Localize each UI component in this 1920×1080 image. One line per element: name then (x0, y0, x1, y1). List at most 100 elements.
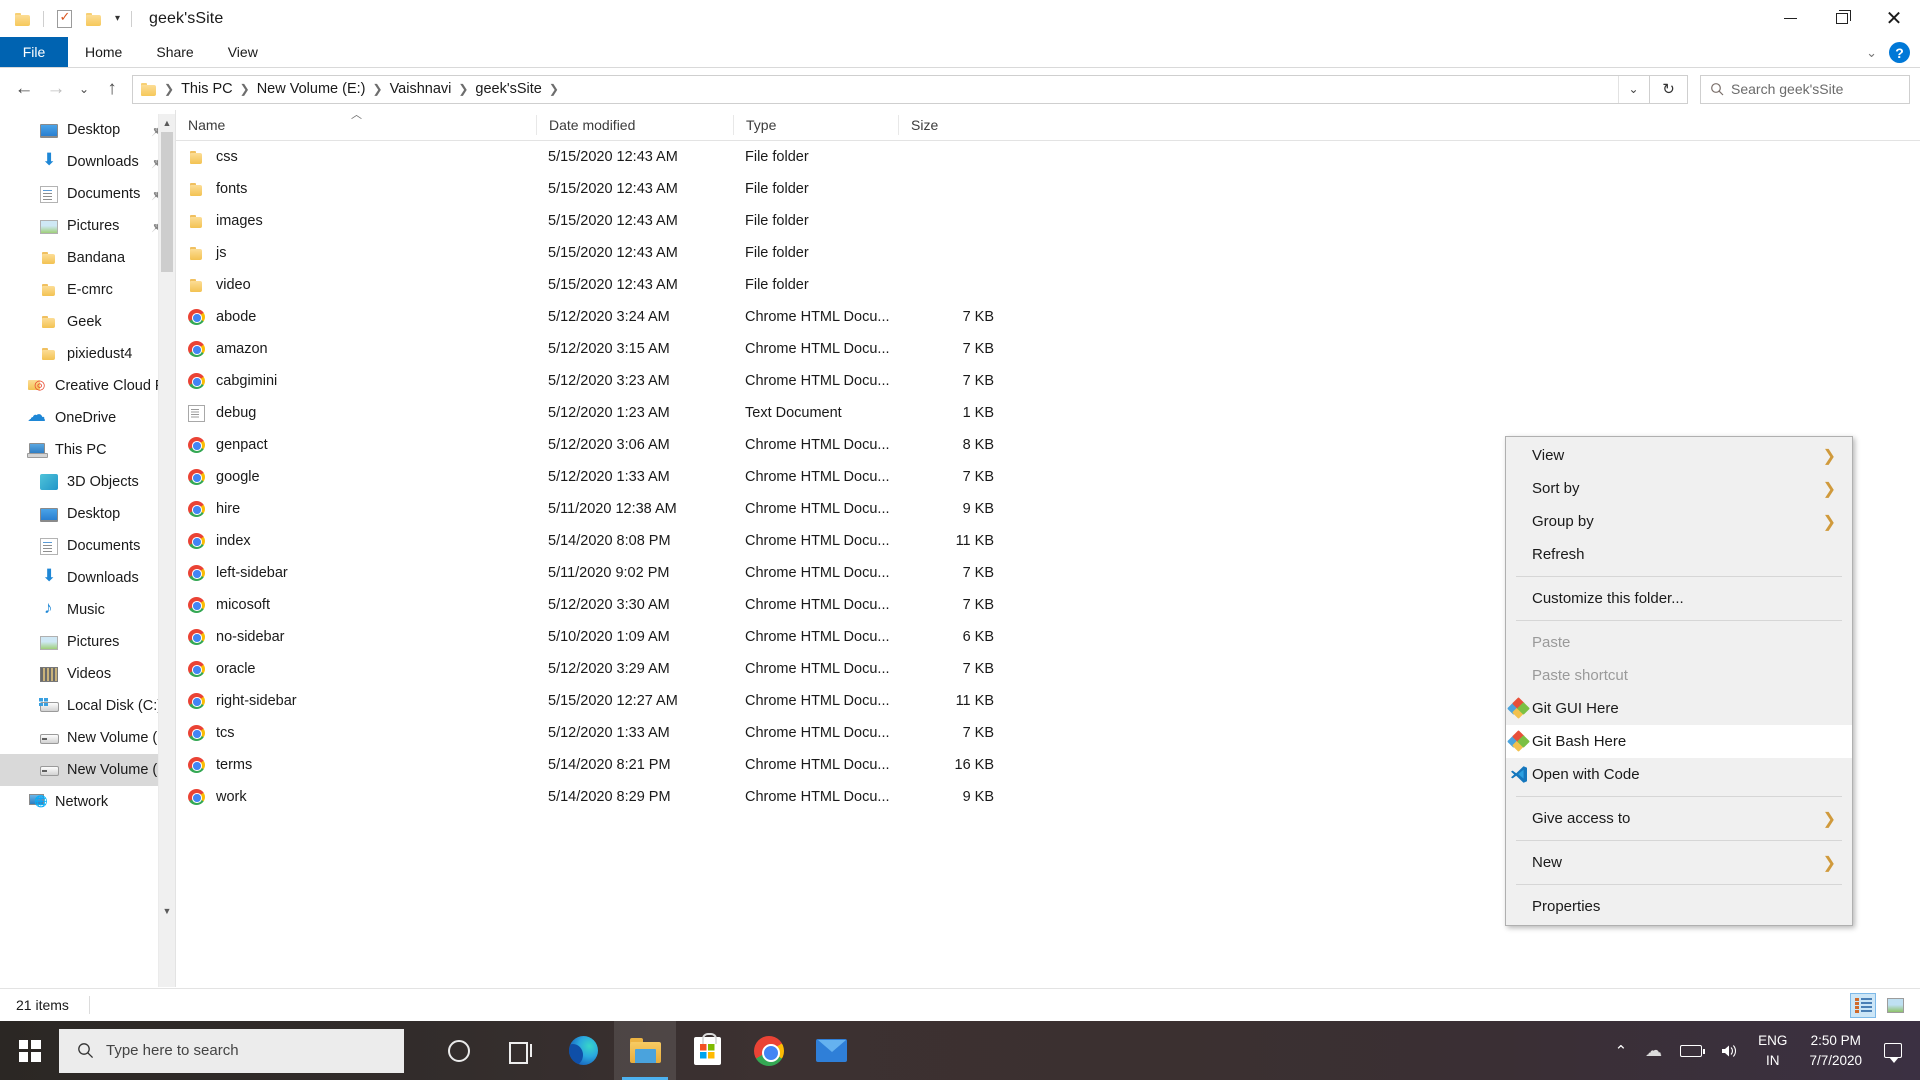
table-row[interactable]: css5/15/2020 12:43 AMFile folder (176, 141, 1920, 173)
menu-item-group-by[interactable]: Group by❯ (1506, 505, 1852, 538)
file-size: 7 KB (898, 597, 1008, 613)
language-indicator[interactable]: ENG IN (1748, 1031, 1797, 1070)
menu-item-label: Sort by (1532, 480, 1580, 497)
back-button[interactable]: ← (8, 73, 40, 105)
recent-locations-chevron-icon[interactable]: ⌄ (72, 73, 96, 105)
large-icons-view-button[interactable] (1882, 993, 1908, 1018)
properties-icon[interactable] (49, 5, 79, 33)
details-view-button[interactable] (1850, 993, 1876, 1018)
sidebar-item-local-disk-c[interactable]: Local Disk (C:) (0, 690, 175, 722)
cortana-button[interactable] (428, 1021, 490, 1080)
search-input[interactable]: Search geek'sSite (1731, 81, 1843, 97)
forward-button[interactable]: → (40, 73, 72, 105)
sidebar-item-this-pc[interactable]: This PC (0, 434, 175, 466)
menu-item-give-access-to[interactable]: Give access to❯ (1506, 802, 1852, 835)
sidebar-item-3d-objects[interactable]: 3D Objects (0, 466, 175, 498)
minimize-button[interactable] (1764, 0, 1816, 37)
search-box[interactable]: Search geek'sSite (1700, 75, 1910, 104)
column-header-size[interactable]: Size (898, 115, 1008, 135)
sidebar-item-pixiedust4[interactable]: pixiedust4 (0, 338, 175, 370)
menu-item-customize-this-folder[interactable]: Customize this folder... (1506, 582, 1852, 615)
file-name: no-sidebar (216, 629, 285, 645)
file-name: debug (216, 405, 256, 421)
breadcrumb-item-geekssite[interactable]: geek'sSite (470, 81, 546, 97)
menu-item-open-with-code[interactable]: Open with Code (1506, 758, 1852, 791)
onedrive-tray-button[interactable]: ☁ (1636, 1041, 1671, 1061)
sidebar-item-documents[interactable]: Documents📌 (0, 178, 175, 210)
file-explorer-button[interactable] (614, 1021, 676, 1080)
tab-home[interactable]: Home (68, 37, 139, 67)
sidebar-item-creative-cloud-file[interactable]: Creative Cloud File (0, 370, 175, 402)
sidebar-item-onedrive[interactable]: OneDrive (0, 402, 175, 434)
new-folder-icon[interactable] (79, 5, 109, 33)
maximize-button[interactable] (1816, 0, 1868, 37)
menu-item-properties[interactable]: Properties (1506, 890, 1852, 923)
scroll-down-arrow-icon[interactable]: ▼ (159, 902, 175, 919)
sidebar-item-pictures[interactable]: Pictures📌 (0, 210, 175, 242)
breadcrumb-item-vaishnavi[interactable]: Vaishnavi (385, 81, 457, 97)
chrome-icon (754, 1036, 784, 1066)
sidebar-item-network[interactable]: Network (0, 786, 175, 818)
edge-button[interactable] (552, 1021, 614, 1080)
volume-button[interactable] (1711, 1043, 1748, 1059)
navigation-scrollbar[interactable]: ▲ ▼ (158, 114, 175, 987)
menu-item-sort-by[interactable]: Sort by❯ (1506, 472, 1852, 505)
scroll-up-arrow-icon[interactable]: ▲ (159, 114, 175, 131)
column-header-name[interactable]: Name ︿ (176, 115, 536, 135)
tab-share[interactable]: Share (139, 37, 210, 67)
sidebar-item-new-volume-d[interactable]: New Volume (D:) (0, 722, 175, 754)
sidebar-item-desktop[interactable]: Desktop📌 (0, 114, 175, 146)
menu-item-new[interactable]: New❯ (1506, 846, 1852, 879)
menu-item-git-gui-here[interactable]: Git GUI Here (1506, 692, 1852, 725)
table-row[interactable]: js5/15/2020 12:43 AMFile folder (176, 237, 1920, 269)
action-center-icon[interactable] (1884, 1043, 1902, 1058)
sidebar-item-bandana[interactable]: Bandana (0, 242, 175, 274)
scrollbar-thumb[interactable] (161, 132, 173, 272)
breadcrumb-item-new-volume-e[interactable]: New Volume (E:) (252, 81, 371, 97)
sidebar-item-videos[interactable]: Videos (0, 658, 175, 690)
breadcrumb[interactable]: ❯ This PC ❯ New Volume (E:) ❯ Vaishnavi … (132, 75, 1650, 104)
sidebar-item-documents[interactable]: Documents (0, 530, 175, 562)
tab-view[interactable]: View (211, 37, 275, 67)
column-header-type[interactable]: Type (733, 115, 898, 135)
table-row[interactable]: video5/15/2020 12:43 AMFile folder (176, 269, 1920, 301)
sidebar-item-e-cmrc[interactable]: E-cmrc (0, 274, 175, 306)
show-hidden-icons-button[interactable]: ⌃ (1606, 1042, 1637, 1060)
menu-item-git-bash-here[interactable]: Git Bash Here (1506, 725, 1852, 758)
microsoft-store-button[interactable] (676, 1021, 738, 1080)
clock[interactable]: 2:50 PM 7/7/2020 (1797, 1031, 1874, 1070)
table-row[interactable]: fonts5/15/2020 12:43 AMFile folder (176, 173, 1920, 205)
expand-ribbon-chevron-icon[interactable]: ⌄ (1866, 45, 1877, 61)
table-row[interactable]: amazon5/12/2020 3:15 AMChrome HTML Docu.… (176, 333, 1920, 365)
sidebar-item-pictures[interactable]: Pictures (0, 626, 175, 658)
sidebar-item-downloads[interactable]: Downloads (0, 562, 175, 594)
table-row[interactable]: cabgimini5/12/2020 3:23 AMChrome HTML Do… (176, 365, 1920, 397)
column-header-date-modified[interactable]: Date modified (536, 115, 733, 135)
taskbar-search-box[interactable]: Type here to search (59, 1029, 404, 1073)
sidebar-item-geek[interactable]: Geek (0, 306, 175, 338)
help-icon[interactable]: ? (1889, 42, 1910, 63)
sidebar-item-desktop[interactable]: Desktop (0, 498, 175, 530)
close-button[interactable]: ✕ (1868, 0, 1920, 37)
breadcrumb-item-this-pc[interactable]: This PC (176, 81, 238, 97)
mail-button[interactable] (800, 1021, 862, 1080)
customize-quick-access-chevron-icon[interactable]: ▾ (109, 13, 126, 24)
table-row[interactable]: debug5/12/2020 1:23 AMText Document1 KB (176, 397, 1920, 429)
menu-item-refresh[interactable]: Refresh (1506, 538, 1852, 571)
table-row[interactable]: abode5/12/2020 3:24 AMChrome HTML Docu..… (176, 301, 1920, 333)
address-dropdown-chevron-icon[interactable]: ⌄ (1618, 76, 1648, 103)
sidebar-item-new-volume-e[interactable]: New Volume (E:) (0, 754, 175, 786)
sidebar-item-downloads[interactable]: Downloads📌 (0, 146, 175, 178)
sidebar-item-music[interactable]: Music (0, 594, 175, 626)
task-view-button[interactable] (490, 1021, 552, 1080)
menu-item-paste-shortcut: Paste shortcut (1506, 659, 1852, 692)
refresh-button[interactable]: ↻ (1650, 75, 1688, 104)
battery-button[interactable] (1671, 1045, 1711, 1057)
up-button[interactable]: ↑ (96, 73, 128, 105)
chrome-button[interactable] (738, 1021, 800, 1080)
tab-file[interactable]: File (0, 37, 68, 67)
table-row[interactable]: images5/15/2020 12:43 AMFile folder (176, 205, 1920, 237)
menu-item-view[interactable]: View❯ (1506, 439, 1852, 472)
taskbar-search-input[interactable]: Type here to search (106, 1042, 239, 1059)
start-button[interactable] (0, 1021, 59, 1080)
